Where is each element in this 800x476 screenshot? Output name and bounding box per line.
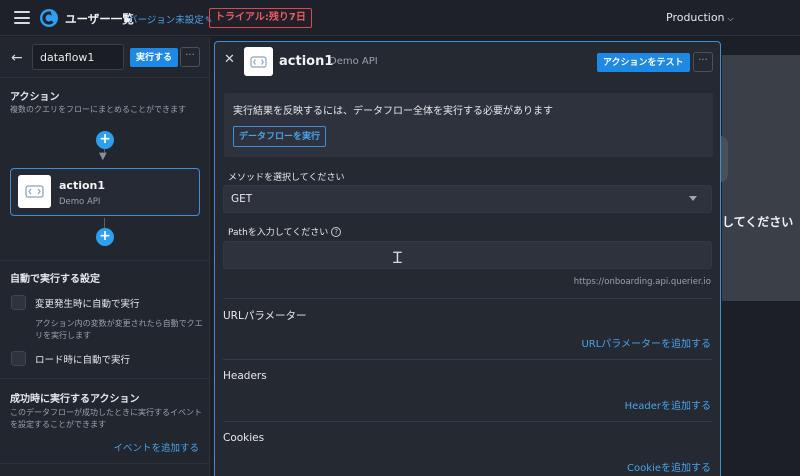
version-label: バージョン未設定 [128, 15, 204, 26]
caret-down-icon [689, 196, 697, 201]
path-input[interactable]: Ɪ [223, 241, 712, 269]
plus-icon: + [99, 228, 111, 244]
auto-on-change-label: 変更発生時に自動で実行 [35, 299, 140, 310]
action-source: Demo API [329, 56, 378, 67]
help-circle-icon[interactable]: ? [331, 227, 342, 237]
path-label: Pathを入力してください? [228, 225, 342, 238]
environment-label: Production [666, 11, 725, 24]
action-editor-panel: ✕ action1 Demo API アクションをテスト ··· 実行結果を反映… [214, 41, 721, 476]
hamburger-icon[interactable] [14, 11, 30, 24]
method-label: メソッドを選択してください [228, 173, 345, 183]
url-params-title: URLパラメーター [223, 310, 307, 322]
method-value: GET [231, 193, 253, 205]
path-label-text: Pathを入力してください [228, 228, 329, 238]
notice-box: 実行結果を反映するには、データフロー全体を実行する必要があります データフローを… [224, 93, 713, 157]
test-action-button[interactable]: アクションをテスト [597, 53, 690, 72]
cookies-title: Cookies [223, 432, 265, 444]
text-cursor-icon: Ɪ [393, 248, 402, 267]
actions-title: アクション [10, 92, 60, 103]
dataflow-sidebar: ← 実行する ··· アクション 複数のクエリをフローにまとめることができます … [0, 37, 210, 476]
base-url: https://onboarding.api.querier.io [573, 277, 711, 287]
action-name: action1 [59, 179, 106, 192]
auto-run-title: 自動で実行する設定 [10, 274, 100, 285]
api-code-icon [18, 175, 51, 208]
more-options-button[interactable]: ··· [180, 47, 200, 67]
background-partial-text: してください [722, 215, 794, 229]
divider [0, 463, 210, 464]
auto-on-load-checkbox[interactable] [11, 351, 26, 366]
page-title: ユーザー一覧 [65, 12, 134, 26]
chevron-down-icon: ⌵ [727, 14, 734, 23]
add-cookie-link[interactable]: Cookieを追加する [627, 459, 711, 474]
divider [223, 298, 712, 299]
arrow-left-icon[interactable]: ← [11, 50, 23, 66]
background-panel [722, 55, 800, 301]
divider [223, 359, 712, 360]
divider [0, 378, 210, 379]
divider [223, 421, 712, 422]
add-action-below-button[interactable]: + [96, 228, 114, 246]
app-logo-icon[interactable] [39, 8, 59, 28]
plus-icon: + [99, 131, 111, 147]
divider [0, 77, 210, 78]
trial-badge[interactable]: トライアル:残り7日 [209, 8, 312, 28]
environment-selector[interactable]: Production ⌵ [666, 11, 734, 24]
close-icon[interactable]: ✕ [224, 52, 235, 67]
headers-title: Headers [223, 370, 267, 382]
method-select[interactable]: GET [223, 185, 712, 213]
auto-on-change-description: アクション内の変数が変更されたら自動でクエリを実行します [35, 319, 203, 340]
connector-line [104, 218, 105, 228]
action-title: action1 [279, 54, 334, 69]
add-url-param-link[interactable]: URLパラメーターを追加する [581, 335, 711, 350]
add-action-above-button[interactable]: + [96, 131, 114, 149]
more-options-button[interactable]: ··· [693, 52, 713, 72]
success-actions-description: このデータフローが成功したときに実行するイベントを設定することができます [10, 408, 202, 429]
notice-text: 実行結果を反映するには、データフロー全体を実行する必要があります [233, 106, 553, 117]
success-actions-title: 成功時に実行するアクション [10, 394, 140, 405]
api-code-icon [244, 47, 273, 76]
add-event-link[interactable]: イベントを追加する [113, 440, 199, 454]
run-dataflow-button[interactable]: データフローを実行 [233, 126, 327, 147]
auto-on-change-checkbox[interactable] [11, 295, 26, 310]
run-button[interactable]: 実行する [130, 48, 179, 67]
action-card[interactable]: action1 Demo API [10, 168, 200, 216]
dataflow-name-input[interactable] [32, 44, 124, 70]
action-source: Demo API [59, 197, 101, 207]
auto-on-load-label: ロード時に自動で実行 [35, 355, 131, 366]
divider [0, 260, 210, 261]
arrow-down-icon: ▼ [99, 151, 107, 162]
top-bar: ユーザー一覧 バージョン未設定✎ トライアル:残り7日 Production ⌵ [0, 0, 800, 36]
version-link[interactable]: バージョン未設定✎ [128, 12, 212, 26]
add-header-link[interactable]: Headerを追加する [625, 397, 711, 412]
actions-description: 複数のクエリをフローにまとめることができます [10, 105, 186, 114]
